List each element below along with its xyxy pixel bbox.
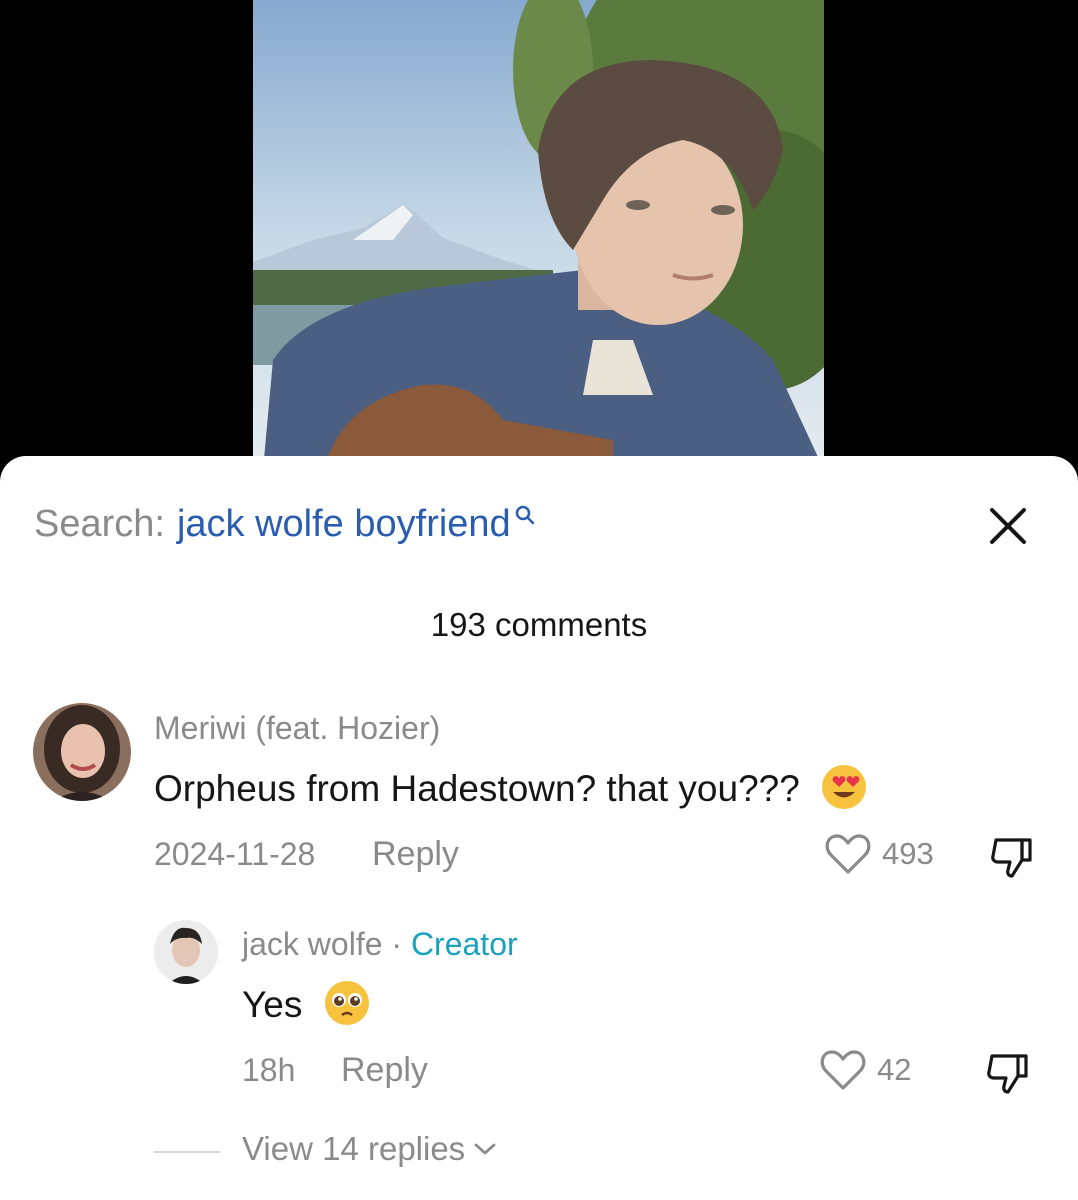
heart-icon	[820, 1050, 866, 1090]
search-icon	[515, 505, 534, 525]
reply-like-count: 42	[877, 1052, 912, 1087]
creator-avatar[interactable]	[154, 920, 218, 984]
reply-username[interactable]: jack wolfe	[242, 926, 383, 962]
avatar[interactable]	[33, 703, 131, 801]
dislike-icon[interactable]	[988, 834, 1036, 882]
chevron-down-icon	[474, 1143, 496, 1155]
comments-sheet: Search: jack wolfe boyfriend 193 comment…	[0, 456, 1078, 1200]
comment-count: 193 comments	[430, 606, 648, 643]
heart-icon	[825, 834, 871, 874]
comment-username[interactable]: Meriwi (feat. Hozier)	[154, 710, 440, 747]
view-replies-label: View 14 replies	[242, 1130, 466, 1167]
view-replies-button[interactable]: View 14 replies	[242, 1130, 497, 1168]
comment-text-body: Orpheus from Hadestown? that you???	[154, 768, 800, 809]
search-query-link[interactable]: jack wolfe boyfriend	[177, 503, 511, 546]
reply-reply-button[interactable]: Reply	[341, 1051, 428, 1090]
heart-eyes-emoji	[822, 765, 867, 810]
search-suggestion[interactable]: Search: jack wolfe boyfriend	[34, 500, 535, 548]
reply-text-body: Yes	[242, 984, 303, 1025]
creator-badge: Creator	[410, 926, 518, 962]
dislike-icon[interactable]	[984, 1050, 1032, 1098]
reply-date: 18h	[242, 1052, 296, 1088]
pleading-face-emoji	[324, 981, 369, 1026]
like-button[interactable]: 493	[824, 832, 934, 876]
search-prefix: Search:	[34, 502, 165, 545]
video-frame	[253, 0, 824, 470]
reply-like-button[interactable]: 42	[819, 1048, 911, 1092]
reply-username-row: jack wolfe · Creator	[242, 926, 518, 963]
username-separator: ·	[382, 926, 411, 962]
like-count: 493	[882, 836, 934, 871]
comment-date: 2024-11-28	[154, 836, 316, 872]
reply-button[interactable]: Reply	[372, 835, 459, 874]
video-player[interactable]	[253, 0, 824, 470]
close-icon[interactable]	[982, 500, 1034, 552]
reply-text: Yes	[242, 981, 371, 1027]
comment-text: Orpheus from Hadestown? that you???	[154, 765, 868, 811]
replies-divider	[154, 1151, 220, 1153]
